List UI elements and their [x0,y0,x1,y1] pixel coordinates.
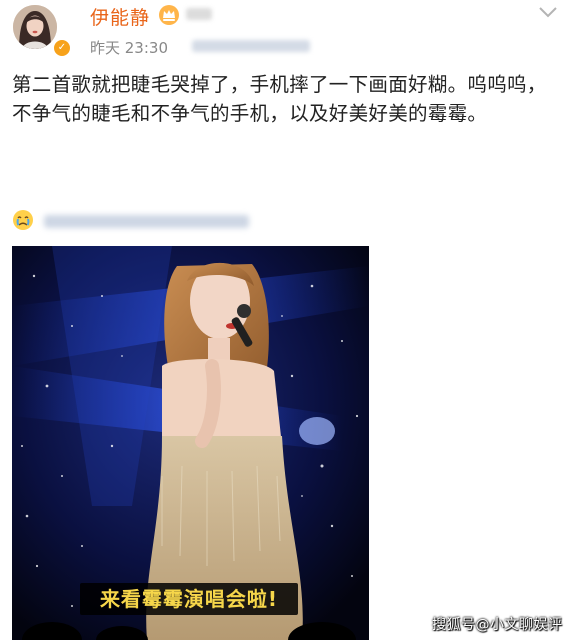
blurred-tag [186,8,212,20]
crying-face-icon [13,210,33,230]
avatar[interactable] [13,5,57,49]
post-text: 第二首歌就把睫毛哭掉了，手机摔了一下画面好糊。呜呜呜，不争气的睫毛和不争气的手机… [12,73,547,125]
embedded-link-row[interactable] [12,206,312,234]
verified-badge-icon: ✓ [52,38,72,58]
post-time: 昨天 23:30 [90,39,168,57]
chevron-down-icon[interactable] [538,5,558,19]
concert-photo[interactable]: 来看霉霉演唱会啦! [12,246,369,640]
post-header: ✓ 伊能静 昨天 23:30 [0,0,569,66]
watermark: 搜狐号@小文聊娱评 [432,617,563,633]
author-name[interactable]: 伊能静 [90,3,150,30]
member-crown-icon [159,5,179,25]
video-caption: 来看霉霉演唱会啦! [99,587,279,611]
blurred-source [192,40,310,52]
blurred-link-text [44,215,249,228]
